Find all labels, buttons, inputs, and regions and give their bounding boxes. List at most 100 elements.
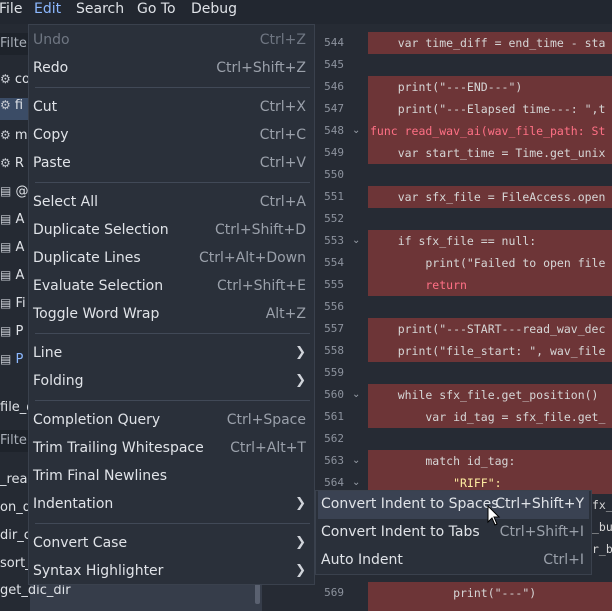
doc-icon: ▤ — [0, 324, 12, 338]
code-line: var time_diff = end_time - sta — [370, 36, 606, 50]
line-number: 548 — [324, 124, 344, 137]
script-item-label: A — [15, 212, 25, 227]
script-item[interactable]: ▤ A — [0, 268, 24, 283]
menu-item-convert-indent-to-tabs[interactable]: Convert Indent to Tabs Ctrl+Shift+I — [318, 519, 589, 547]
chevron-right-icon: ❯ — [295, 535, 306, 550]
menu-item-label: Convert Indent to Spaces — [321, 496, 499, 512]
menu-item-shortcut: Ctrl+I — [543, 552, 584, 568]
script-item[interactable]: ▤ Fi — [0, 296, 26, 311]
script-item[interactable]: ⚙ m — [0, 128, 28, 143]
menu-item-label: Toggle Word Wrap — [33, 306, 160, 322]
menu-item-label: Line — [33, 345, 63, 361]
fold-chevron-icon[interactable]: ⌄ — [352, 389, 360, 400]
method-item[interactable]: dir_c — [0, 528, 31, 543]
script-item[interactable]: ▤ A — [0, 212, 24, 227]
menu-item-convert-case[interactable]: Convert Case ❯ — [33, 530, 312, 558]
line-number: 560 — [324, 388, 344, 401]
script-item-label: fi — [14, 98, 24, 113]
code-line: var id_tag = sfx_file.get_ — [370, 410, 606, 424]
method-item[interactable]: on_d — [0, 500, 31, 515]
gear-icon: ⚙ — [0, 128, 11, 142]
menu-item-evaluate-selection[interactable]: Evaluate Selection Ctrl+Shift+E — [33, 273, 312, 301]
menu-item-completion-query[interactable]: Completion Query Ctrl+Space — [33, 407, 312, 435]
line-number: 544 — [324, 36, 344, 49]
line-number: 547 — [324, 102, 344, 115]
menu-item-shortcut: Ctrl+Z — [259, 32, 306, 48]
menu-separator — [35, 333, 310, 334]
script-item[interactable]: ▤ @ — [0, 184, 28, 199]
menu-item-paste[interactable]: Paste Ctrl+V — [33, 150, 312, 178]
menu-item-syntax-highlighter[interactable]: Syntax Highlighter ❯ — [33, 558, 312, 586]
menu-item-indentation[interactable]: Indentation ❯ — [33, 491, 312, 519]
menu-separator — [35, 400, 310, 401]
menu-item-label: Duplicate Lines — [33, 250, 141, 266]
menu-item-auto-indent[interactable]: Auto Indent Ctrl+I — [318, 547, 589, 575]
line-number: 550 — [324, 168, 344, 181]
menu-item-label: Auto Indent — [321, 552, 403, 568]
doc-icon: ▤ — [0, 240, 12, 254]
doc-icon: ▤ — [0, 212, 12, 226]
menu-item-shortcut: Ctrl+X — [259, 99, 306, 115]
fold-chevron-icon[interactable]: ⌄ — [352, 477, 360, 488]
menu-item-shortcut: Alt+Z — [265, 306, 306, 322]
menu-item-shortcut: Ctrl+Shift+E — [216, 278, 306, 294]
menu-search[interactable]: Search — [76, 0, 124, 24]
edit-menu-popup: Undo Ctrl+Z Redo Ctrl+Shift+Z Cut Ctrl+X Co… — [28, 24, 315, 585]
menu-item-toggle-word-wrap[interactable]: Toggle Word Wrap Alt+Z — [33, 301, 312, 329]
menu-item-duplicate-lines[interactable]: Duplicate Lines Ctrl+Alt+Down — [33, 245, 312, 273]
menu-file[interactable]: File — [0, 0, 22, 24]
menu-item-cut[interactable]: Cut Ctrl+X — [33, 94, 312, 122]
menu-item-redo[interactable]: Redo Ctrl+Shift+Z — [33, 55, 312, 83]
menu-item-undo[interactable]: Undo Ctrl+Z — [33, 27, 312, 55]
menu-item-copy[interactable]: Copy Ctrl+C — [33, 122, 312, 150]
menu-item-label: Convert Case — [33, 535, 128, 551]
fold-chevron-icon[interactable]: ⌄ — [352, 235, 360, 246]
script-item[interactable]: ▤ A — [0, 240, 24, 255]
gear-icon: ⚙ — [0, 72, 11, 86]
menu-separator — [35, 87, 310, 88]
method-item[interactable]: sort_ — [0, 556, 32, 571]
code-line: while sfx_file.get_position() — [370, 388, 599, 402]
line-number: 545 — [324, 58, 344, 71]
menu-edit[interactable]: Edit — [34, 0, 61, 24]
menu-debug[interactable]: Debug — [191, 0, 237, 24]
menu-item-trim-trailing-whitespace[interactable]: Trim Trailing Whitespace Ctrl+Alt+T — [33, 435, 312, 463]
fold-chevron-icon[interactable]: ⌄ — [352, 455, 360, 466]
menu-item-shortcut: Ctrl+A — [259, 194, 306, 210]
menu-item-shortcut: Ctrl+Shift+Z — [216, 60, 306, 76]
line-number: 557 — [324, 322, 344, 335]
menu-item-folding[interactable]: Folding ❯ — [33, 368, 312, 396]
script-item[interactable]: ▤ P — [0, 324, 23, 339]
script-item[interactable]: ▤ P — [0, 352, 23, 367]
menu-item-select-all[interactable]: Select All Ctrl+A — [33, 189, 312, 217]
code-line: print("---END---") — [370, 80, 523, 94]
menu-item-shortcut: Ctrl+Alt+Down — [199, 250, 306, 266]
menu-item-trim-final-newlines[interactable]: Trim Final Newlines — [33, 463, 312, 491]
script-item[interactable]: ⚙ co — [0, 72, 30, 87]
chevron-right-icon: ❯ — [295, 496, 306, 511]
menu-item-label: Trim Final Newlines — [33, 468, 168, 484]
line-number: 559 — [324, 366, 344, 379]
line-number: 554 — [324, 256, 344, 269]
filter-methods-input[interactable]: Filter — [0, 430, 32, 452]
menu-item-duplicate-selection[interactable]: Duplicate Selection Ctrl+Shift+D — [33, 217, 312, 245]
script-item-label: P — [15, 352, 24, 367]
chevron-right-icon: ❯ — [295, 563, 306, 578]
menu-item-convert-indent-to-spaces[interactable]: Convert Indent to Spaces Ctrl+Shift+Y — [318, 491, 589, 519]
script-item-selected[interactable]: ⚙ fi — [0, 98, 30, 120]
doc-icon: ▤ — [0, 268, 12, 282]
menu-item-label: Convert Indent to Tabs — [321, 524, 480, 540]
menu-goto[interactable]: Go To — [137, 0, 176, 24]
menu-item-shortcut: Ctrl+V — [259, 155, 306, 171]
code-line: _buf — [592, 520, 612, 534]
menu-item-label: Syntax Highlighter — [33, 563, 164, 579]
code-line: fx_f — [592, 498, 612, 512]
menu-item-label: Indentation — [33, 496, 114, 512]
line-number: 558 — [324, 344, 344, 357]
filter-scripts-input[interactable]: Filter — [0, 33, 32, 55]
code-line: print("---Elapsed time---: ",t — [370, 102, 606, 116]
script-item[interactable]: ⚙ R — [0, 156, 24, 171]
line-number: 562 — [324, 432, 344, 445]
fold-chevron-icon[interactable]: ⌄ — [352, 125, 360, 136]
menu-item-line[interactable]: Line ❯ — [33, 340, 312, 368]
